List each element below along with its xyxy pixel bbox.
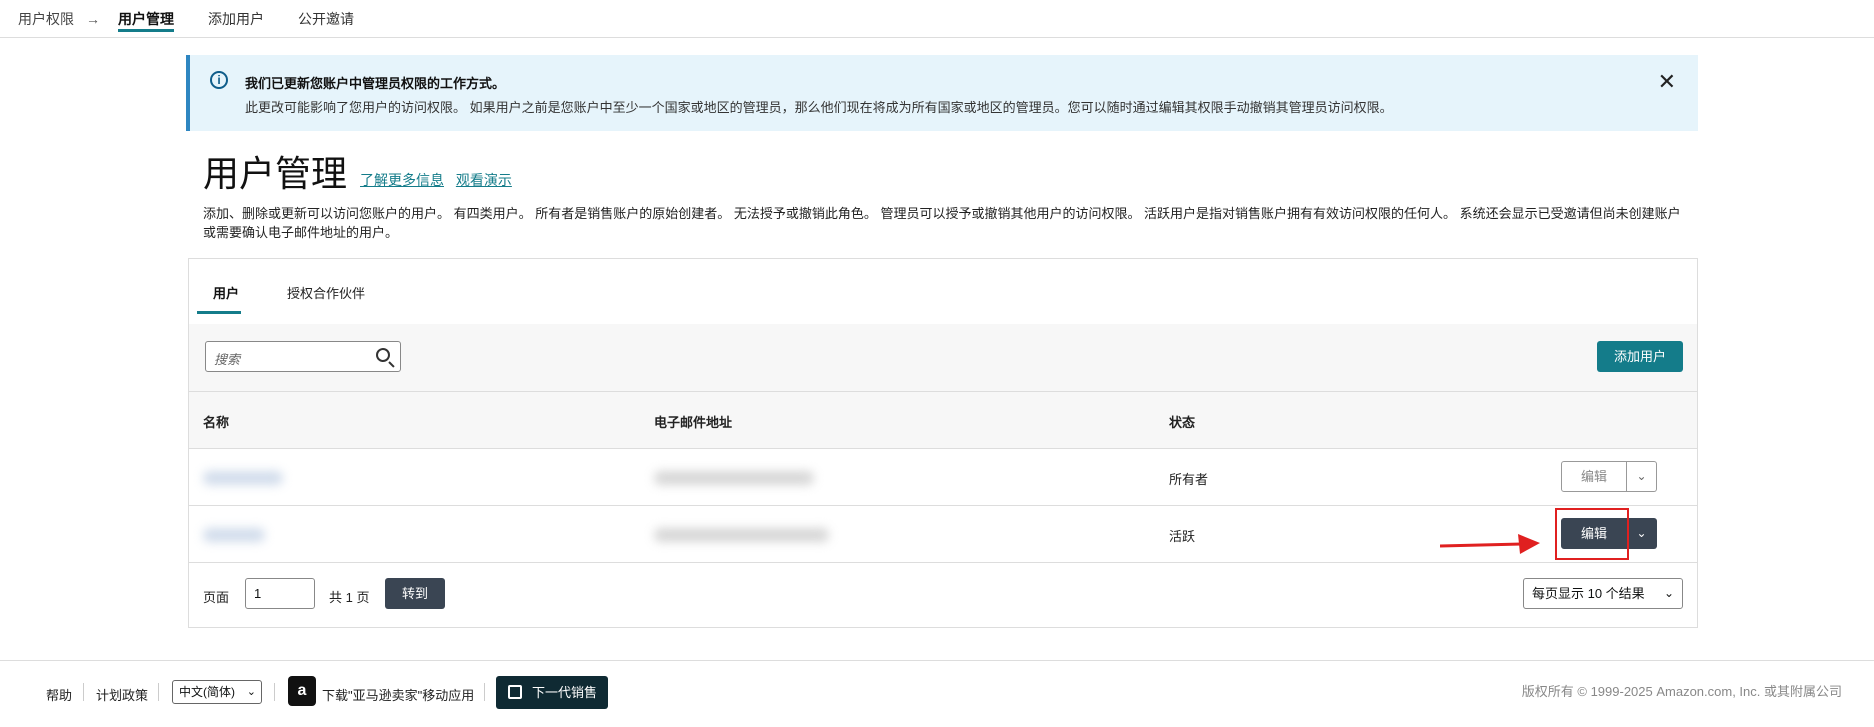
active-tab-indicator [197,311,241,314]
next-gen-label: 下一代销售 [532,685,598,700]
divider [484,683,485,701]
search-icon[interactable] [376,348,390,362]
users-panel: 用户 授权合作伙伴 搜索 添加用户 名称 电子邮件地址 状态 所有者 编辑 ⌄ … [188,258,1698,628]
program-policy-link[interactable]: 计划政策 [96,685,148,704]
total-pages: 共 1 页 [329,590,370,605]
top-navigation: 用户权限 → 用户管理 添加用户 公开邀请 [0,0,1874,38]
next-gen-selling-button[interactable]: 下一代销售 [496,676,608,709]
app-download-link[interactable]: 下载"亚马逊卖家"移动应用 [322,685,474,704]
toolbar: 搜索 添加用户 [189,324,1697,391]
arrow-right-icon: → [86,10,100,27]
page-title: 用户管理 [203,153,348,194]
pagination: 页面 1 共 1 页 转到 每页显示 10 个结果 ⌄ [189,563,1697,629]
redacted-name [203,471,283,485]
table-header: 名称 电子邮件地址 状态 [189,391,1697,449]
column-name[interactable]: 名称 [203,412,229,431]
page-description: 添加、删除或更新可以访问您账户的用户。 有四类用户。 所有者是销售账户的原始创建… [203,206,1681,240]
divider [83,683,84,701]
tab-user-management[interactable]: 用户管理 [118,0,174,38]
table-row: 所有者 编辑 ⌄ [189,449,1697,506]
info-icon: i [210,71,228,89]
page-label: 页面 [203,590,230,605]
tab-users[interactable]: 用户 [213,283,239,302]
divider [274,683,275,701]
watch-demo-link[interactable]: 观看演示 [456,172,512,188]
edit-button[interactable]: 编辑 [1561,461,1627,492]
chevron-down-icon: ⌄ [1663,586,1674,600]
banner-title: 我们已更新您账户中管理员权限的工作方式。 [245,76,506,91]
learn-more-link[interactable]: 了解更多信息 [360,172,444,188]
panel-tabs: 用户 授权合作伙伴 [189,259,392,324]
footer: 帮助 计划政策 中文(简体) ⌄ a 下载"亚马逊卖家"移动应用 下一代销售 版… [0,660,1874,727]
tab-public-invite[interactable]: 公开邀请 [298,0,354,38]
external-link-icon [508,685,522,699]
status-text: 活跃 [1169,529,1196,544]
per-page-value: 每页显示 10 个结果 [1532,586,1645,601]
chevron-down-icon: ⌄ [246,686,256,698]
title-links: 了解更多信息 观看演示 [360,170,520,190]
language-value: 中文(简体) [179,685,235,699]
red-arrow-icon [1440,534,1540,554]
language-select[interactable]: 中文(简体) ⌄ [172,680,262,704]
column-status[interactable]: 状态 [1169,412,1195,431]
copyright: 版权所有 © 1999-2025 Amazon.com, Inc. 或其附属公司 [1521,684,1842,699]
column-email[interactable]: 电子邮件地址 [654,412,732,431]
divider [158,683,159,701]
redacted-email [654,471,814,485]
search-placeholder: 搜索 [214,352,241,367]
search-input[interactable]: 搜索 [205,341,401,372]
banner-text: 此更改可能影响了您用户的访问权限。 如果用户之前是您账户中至少一个国家或地区的管… [245,100,1393,115]
highlight-box [1555,508,1629,560]
chevron-down-icon[interactable]: ⌄ [1627,461,1657,492]
page-number-input[interactable]: 1 [245,578,315,609]
info-banner: i 我们已更新您账户中管理员权限的工作方式。 此更改可能影响了您用户的访问权限。… [186,55,1698,131]
amazon-app-icon[interactable]: a [288,676,316,706]
breadcrumb-user-permissions[interactable]: 用户权限 [18,9,74,29]
redacted-email [654,528,829,542]
add-user-button[interactable]: 添加用户 [1597,341,1683,372]
status-text: 所有者 [1169,472,1209,487]
tab-add-user[interactable]: 添加用户 [208,0,264,38]
per-page-select[interactable]: 每页显示 10 个结果 ⌄ [1523,578,1683,609]
close-icon[interactable]: ✕ [1658,69,1676,95]
help-link[interactable]: 帮助 [46,685,72,704]
go-button[interactable]: 转到 [385,578,445,609]
tab-authorized-partners[interactable]: 授权合作伙伴 [287,283,365,302]
chevron-down-icon[interactable]: ⌄ [1627,518,1657,549]
redacted-name [203,528,265,542]
